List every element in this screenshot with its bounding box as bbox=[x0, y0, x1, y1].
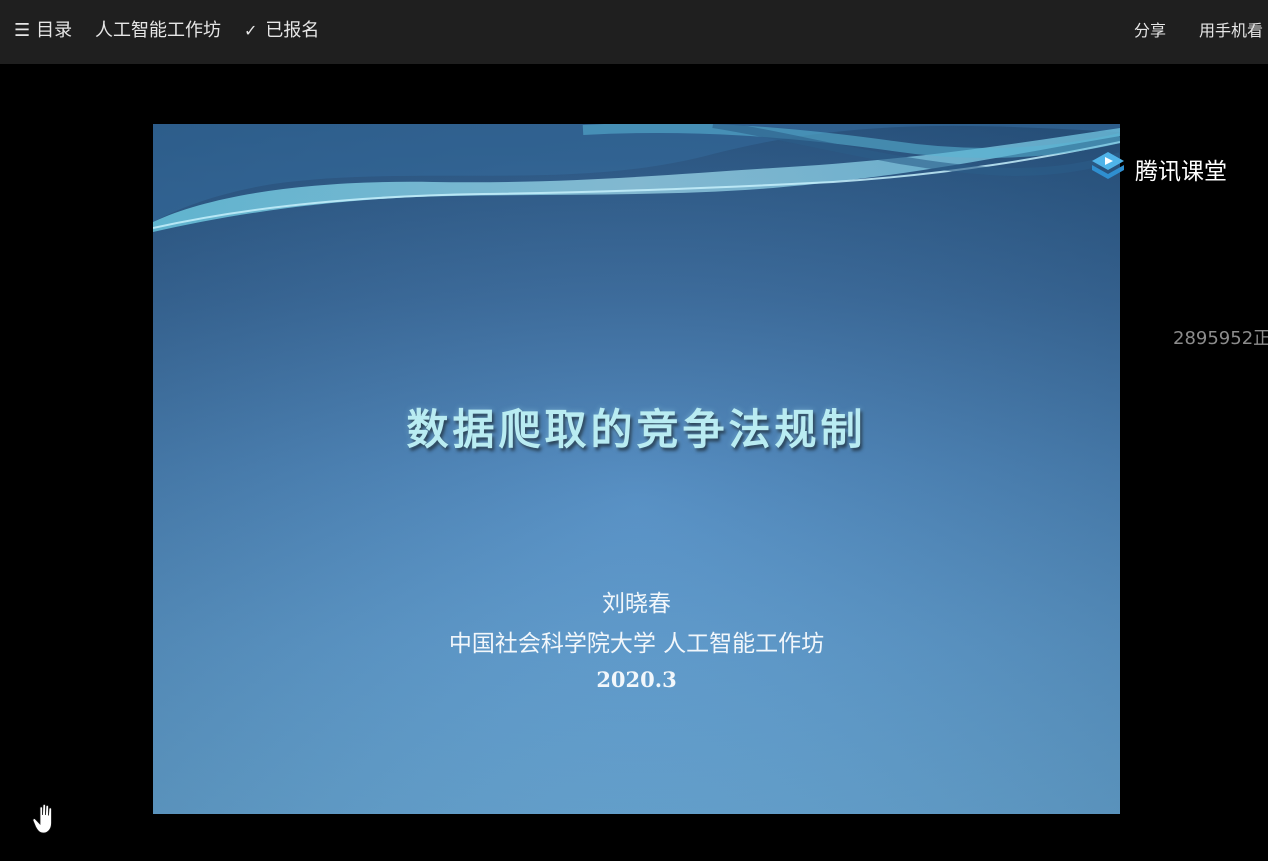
presentation-slide: 数据爬取的竞争法规制 刘晓春 中国社会科学院大学 人工智能工作坊 2020.3 bbox=[153, 124, 1120, 814]
course-title[interactable]: 人工智能工作坊 bbox=[95, 0, 221, 64]
slide-author: 刘晓春 bbox=[602, 591, 671, 617]
brand-name: 腾讯课堂 bbox=[1135, 159, 1227, 185]
viewer-count: 2895952正 bbox=[1173, 328, 1268, 349]
slide-wave-decoration bbox=[153, 124, 1120, 232]
slide-title: 数据爬取的竞争法规制 bbox=[406, 405, 867, 454]
top-bar: ☰ 目录 人工智能工作坊 ✓ 已报名 分享 用手机看 bbox=[0, 0, 1268, 64]
catalog-label: 目录 bbox=[36, 20, 73, 41]
registered-label: 已报名 bbox=[265, 20, 320, 41]
slide-affiliation: 中国社会科学院大学 人工智能工作坊 bbox=[448, 631, 825, 657]
registered-badge: ✓ 已报名 bbox=[244, 0, 319, 64]
video-stage[interactable]: 数据爬取的竞争法规制 刘晓春 中国社会科学院大学 人工智能工作坊 2020.3 … bbox=[0, 64, 1268, 861]
catalog-button[interactable]: ☰ 目录 bbox=[14, 0, 72, 64]
menu-icon: ☰ bbox=[14, 20, 31, 41]
raise-hand-icon[interactable] bbox=[32, 803, 60, 835]
watch-on-phone-button[interactable]: 用手机看 bbox=[1199, 0, 1263, 64]
check-icon: ✓ bbox=[244, 21, 258, 40]
tencent-classroom-logo-icon bbox=[1092, 152, 1124, 179]
slide-date: 2020.3 bbox=[596, 667, 677, 692]
share-button[interactable]: 分享 bbox=[1134, 0, 1166, 64]
